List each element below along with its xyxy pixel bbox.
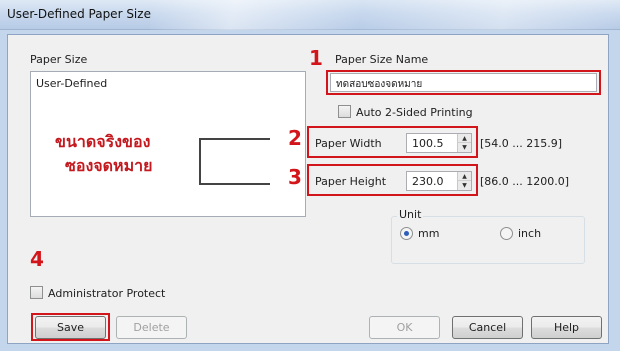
- unit-inch-label: inch: [518, 227, 542, 240]
- paper-width-value: 100.5: [412, 137, 444, 150]
- step-number-3: 3: [288, 165, 302, 189]
- list-item[interactable]: User-Defined: [36, 77, 107, 90]
- paper-size-label: Paper Size: [30, 53, 88, 66]
- unit-mm-radio[interactable]: [400, 227, 413, 240]
- window-title: User-Defined Paper Size: [7, 7, 151, 21]
- bracket-line-bottom: [213, 183, 270, 185]
- paper-width-spinbox[interactable]: 100.5 ▲ ▼: [406, 133, 472, 153]
- paper-width-spin-buttons[interactable]: ▲ ▼: [457, 134, 471, 152]
- cancel-button[interactable]: Cancel: [452, 316, 523, 339]
- annotation-note-line1: ขนาดจริงของ: [55, 132, 151, 151]
- step-number-1: 1: [309, 46, 323, 70]
- unit-mm-label: mm: [418, 227, 440, 240]
- spin-down-icon[interactable]: ▼: [458, 181, 471, 190]
- auto-2-sided-label: Auto 2-Sided Printing: [356, 106, 473, 119]
- step-number-4: 4: [30, 247, 44, 271]
- step-number-2: 2: [288, 126, 302, 150]
- paper-height-range: [86.0 ... 1200.0]: [480, 175, 570, 188]
- paper-width-range: [54.0 ... 215.9]: [480, 137, 563, 150]
- annotation-note-line2: ซองจดหมาย: [65, 156, 153, 175]
- annotation-bracket: [199, 138, 213, 185]
- spin-up-icon[interactable]: ▲: [458, 172, 471, 181]
- dialog-body: Paper Size User-Defined ขนาดจริงของ ซองจ…: [7, 34, 609, 344]
- paper-size-list[interactable]: User-Defined ขนาดจริงของ ซองจดหมาย: [30, 71, 306, 217]
- window-frame: Paper Size User-Defined ขนาดจริงของ ซองจ…: [0, 30, 620, 351]
- title-bar-glow: [150, 0, 620, 30]
- unit-label: Unit: [397, 208, 424, 221]
- delete-button[interactable]: Delete: [116, 316, 187, 339]
- paper-height-spinbox[interactable]: 230.0 ▲ ▼: [406, 171, 472, 191]
- spin-up-icon[interactable]: ▲: [458, 134, 471, 143]
- unit-inch-radio[interactable]: [500, 227, 513, 240]
- ok-button[interactable]: OK: [369, 316, 440, 339]
- paper-height-value: 230.0: [412, 175, 444, 188]
- bracket-line-top: [213, 138, 270, 140]
- admin-protect-label: Administrator Protect: [48, 287, 166, 300]
- help-button[interactable]: Help: [531, 316, 602, 339]
- paper-width-label: Paper Width: [315, 137, 382, 150]
- spin-down-icon[interactable]: ▼: [458, 143, 471, 152]
- auto-2-sided-checkbox[interactable]: [338, 105, 351, 118]
- unit-group: [391, 216, 585, 264]
- paper-size-name-label: Paper Size Name: [335, 53, 429, 66]
- title-bar: User-Defined Paper Size: [0, 0, 620, 30]
- save-button[interactable]: Save: [35, 316, 106, 339]
- paper-height-spin-buttons[interactable]: ▲ ▼: [457, 172, 471, 190]
- paper-size-name-input[interactable]: ทดสอบซองจดหมาย: [330, 73, 597, 92]
- paper-height-label: Paper Height: [315, 175, 387, 188]
- admin-protect-checkbox[interactable]: [30, 286, 43, 299]
